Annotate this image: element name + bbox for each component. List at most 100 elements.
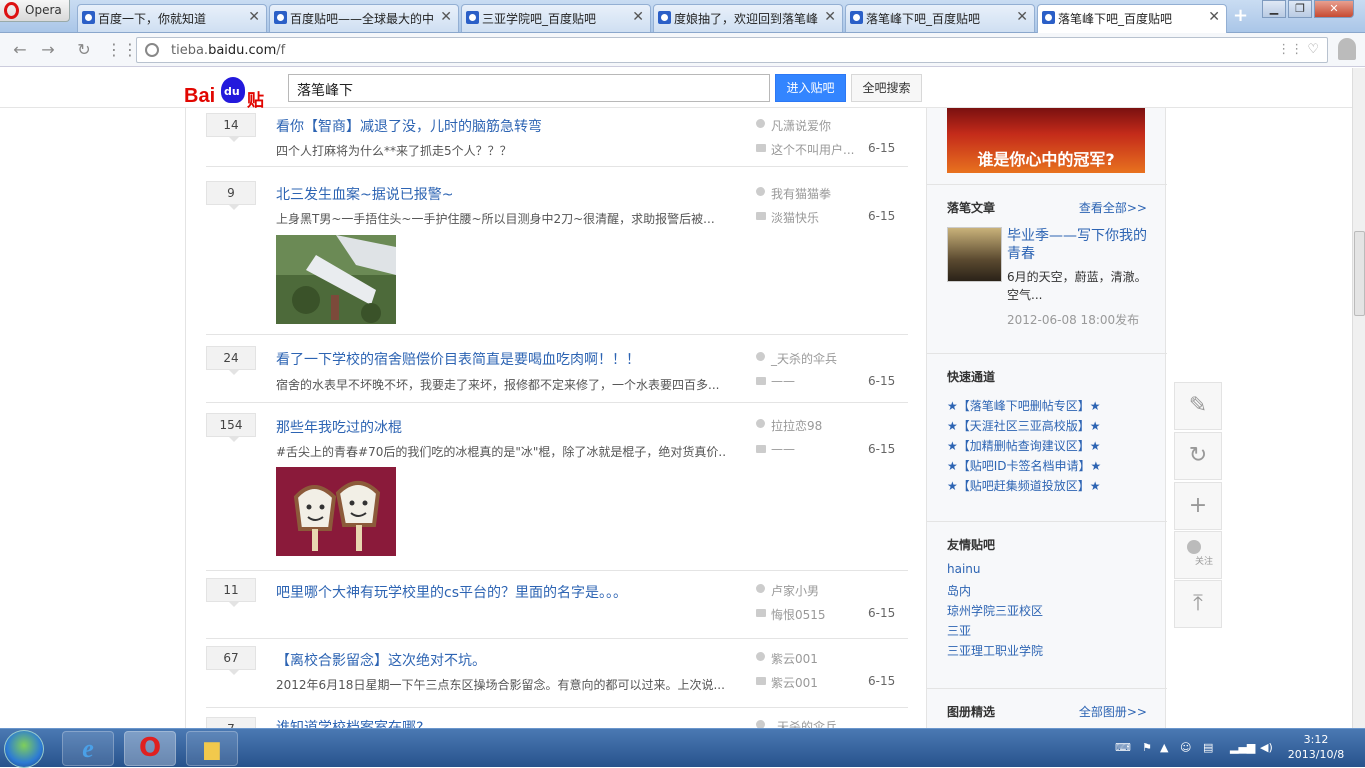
network-signal-icon[interactable]: ▂▄▆: [1230, 741, 1255, 754]
show-hidden-icons-icon[interactable]: ▲: [1160, 741, 1168, 754]
browser-tab-strip: Opera 百度一下，你就知道 ✕ 百度贴吧——全球最大的中 ✕ 三亚学院吧_百度贴…: [0, 0, 1365, 33]
thread-author[interactable]: 紫云001: [756, 650, 818, 667]
tab-4[interactable]: 度娘抽了，欢迎回到落笔峰 ✕: [653, 4, 843, 32]
thread-image[interactable]: [276, 235, 396, 324]
device-icon[interactable]: ▤: [1203, 741, 1213, 754]
thread-item[interactable]: 154 那些年我吃过的冰棍 #舌尖上的青春#70后的我们吃的冰棍真的是"冰"棍，…: [206, 404, 908, 571]
opera-taskbar-icon[interactable]: O: [124, 731, 176, 766]
maximize-button[interactable]: ❐: [1288, 0, 1312, 18]
last-reply-user[interactable]: ——: [756, 442, 795, 456]
thread-list: 14 看你【智商】减退了没，儿时的脑筋急转弯 四个人打麻将为什么**来了抓走5个…: [186, 108, 926, 728]
thread-author[interactable]: 卢家小男: [756, 582, 819, 599]
thread-author[interactable]: 我有猫猫拳: [756, 185, 831, 202]
plus-icon[interactable]: +: [1174, 482, 1222, 530]
thread-author[interactable]: 凡潇说爱你: [756, 117, 831, 134]
page-scrollbar[interactable]: [1352, 68, 1365, 728]
close-window-button[interactable]: ✕: [1314, 0, 1354, 18]
enter-tieba-button[interactable]: 进入贴吧: [775, 74, 846, 102]
thread-item[interactable]: 7 谁知道学校档案室在哪? _天杀的伞兵: [206, 709, 908, 728]
thread-title[interactable]: 谁知道学校档案室在哪?: [276, 717, 423, 728]
thread-title[interactable]: 那些年我吃过的冰棍: [276, 417, 402, 437]
friend-bar-link[interactable]: 三亚: [947, 622, 971, 639]
articles-more-link[interactable]: 查看全部>>: [1079, 199, 1147, 216]
file-explorer-icon[interactable]: ▆: [186, 731, 238, 766]
thread-abstract: 上身黑T男~一手捂住头~一手护住腰~所以目测身中2刀~很清醒，求助报警后被...: [276, 212, 715, 226]
forward-arrow-icon[interactable]: →: [38, 40, 58, 60]
new-tab-button[interactable]: +: [1233, 7, 1253, 26]
thread-item[interactable]: 24 看了一下学校的宿舍赔偿价目表简直是要喝血吃肉啊！！！ 宿舍的水表早不坏晚不…: [206, 336, 908, 403]
back-arrow-icon[interactable]: ←: [10, 40, 30, 60]
tab-2[interactable]: 百度贴吧——全球最大的中 ✕: [269, 4, 459, 32]
flag-icon[interactable]: ⚑: [1142, 741, 1152, 754]
user-icon: [1187, 540, 1201, 554]
refresh-icon[interactable]: ↻: [1174, 432, 1222, 480]
thread-image[interactable]: [276, 467, 396, 556]
thread-title[interactable]: 看了一下学校的宿舍赔偿价目表简直是要喝血吃肉啊！！！: [276, 349, 640, 369]
tab-close-icon[interactable]: ✕: [1016, 9, 1028, 25]
tab-3[interactable]: 三亚学院吧_百度贴吧 ✕: [461, 4, 651, 32]
thread-title[interactable]: 北三发生血案~据说已报警~: [276, 184, 453, 204]
reload-icon[interactable]: ↻: [74, 40, 94, 60]
address-toolbar: ← → ↻ ⋮⋮ tieba.baidu.com/f ⋮⋮ ♡: [0, 33, 1365, 67]
thread-item[interactable]: 14 看你【智商】减退了没，儿时的脑筋急转弯 四个人打麻将为什么**来了抓走5个…: [206, 108, 908, 167]
friend-bar-link[interactable]: 三亚理工职业学院: [947, 642, 1043, 659]
tab-close-icon[interactable]: ✕: [632, 9, 644, 25]
scrollbar-thumb[interactable]: [1354, 231, 1365, 316]
keyboard-icon[interactable]: ⌨: [1115, 741, 1131, 754]
articles-section: 落笔文章 查看全部>> 毕业季——写下你我的青春 6月的天空，蔚蓝，清澈。空气.…: [927, 184, 1167, 352]
search-all-button[interactable]: 全吧搜索: [851, 74, 922, 102]
album-section: 图册精选 全部图册>>: [927, 688, 1167, 728]
quick-link[interactable]: ★【加精删帖查询建议区】★: [947, 437, 1101, 454]
user-account-icon[interactable]: [1338, 38, 1356, 60]
quick-link[interactable]: ★【落笔峰下吧删帖专区】★: [947, 397, 1101, 414]
quick-link[interactable]: ★【天涯社区三亚高校版】★: [947, 417, 1101, 434]
thread-title[interactable]: 看你【智商】减退了没，儿时的脑筋急转弯: [276, 116, 542, 136]
tab-6-active[interactable]: 落笔峰下吧_百度贴吧 ✕: [1037, 4, 1227, 33]
last-reply-user[interactable]: 紫云001: [756, 674, 818, 691]
thread-author[interactable]: _天杀的伞兵: [756, 350, 837, 367]
tab-close-icon[interactable]: ✕: [1208, 9, 1220, 25]
baidu-favicon-icon: [658, 11, 671, 24]
tab-5[interactable]: 落笔峰下吧_百度贴吧 ✕: [845, 4, 1035, 32]
minimize-button[interactable]: ▁: [1262, 0, 1286, 18]
speed-dial-grid-icon[interactable]: ⋮⋮: [106, 40, 138, 60]
thread-title[interactable]: 【离校合影留念】这次绝对不坑。: [276, 650, 486, 670]
internet-explorer-icon[interactable]: e: [62, 731, 114, 766]
last-reply-user[interactable]: ——: [756, 374, 795, 388]
quick-link[interactable]: ★【贴吧ID卡签名档申请】★: [947, 457, 1101, 474]
friend-bar-link[interactable]: hainu: [947, 562, 981, 576]
url-input[interactable]: tieba.baidu.com/f: [136, 37, 1328, 63]
back-to-top-icon[interactable]: ⤒: [1174, 580, 1222, 628]
last-reply-user[interactable]: 这个不叫用户...: [756, 141, 854, 158]
search-input[interactable]: 落笔峰下: [288, 74, 770, 102]
qq-icon[interactable]: ☺: [1180, 741, 1191, 754]
bookmark-heart-icon[interactable]: ⋮⋮ ♡: [1277, 42, 1319, 57]
friend-bar-link[interactable]: 琼州学院三亚校区: [947, 602, 1043, 619]
windows-start-button[interactable]: [4, 730, 44, 768]
album-more-link[interactable]: 全部图册>>: [1079, 703, 1147, 720]
thread-author[interactable]: 拉拉恋98: [756, 417, 822, 434]
promo-banner[interactable]: 谁是你心中的冠军?: [947, 108, 1145, 173]
system-clock[interactable]: 3:12 2013/10/8: [1283, 732, 1349, 762]
last-reply-user[interactable]: 淡猫快乐: [756, 209, 819, 226]
thread-item[interactable]: 9 北三发生血案~据说已报警~ 上身黑T男~一手捂住头~一手护住腰~所以目测身中…: [206, 168, 908, 335]
opera-menu-button[interactable]: Opera: [0, 0, 70, 22]
tab-1[interactable]: 百度一下，你就知道 ✕: [77, 4, 267, 32]
thread-item[interactable]: 11 吧里哪个大神有玩学校里的cs平台的？里面的名字是。。。 卢家小男 悔恨05…: [206, 572, 908, 639]
baidu-tieba-logo[interactable]: Bai du 贴吧: [184, 73, 280, 136]
volume-icon[interactable]: ◀): [1260, 741, 1273, 754]
tab-close-icon[interactable]: ✕: [248, 9, 260, 25]
last-reply-user[interactable]: 悔恨0515: [756, 606, 826, 623]
follow-user-button[interactable]: 关注: [1174, 531, 1222, 579]
tab-close-icon[interactable]: ✕: [440, 9, 452, 25]
article-thumbnail[interactable]: [947, 227, 1002, 282]
article-title[interactable]: 毕业季——写下你我的青春: [1007, 227, 1147, 263]
quick-link[interactable]: ★【贴吧赶集频道投放区】★: [947, 477, 1101, 494]
thread-item[interactable]: 67 【离校合影留念】这次绝对不坑。 2012年6月18日星期一下午三点东区操场…: [206, 640, 908, 708]
page-info-icon[interactable]: [145, 43, 159, 57]
thread-author[interactable]: _天杀的伞兵: [756, 718, 837, 728]
friend-bar-link[interactable]: 岛内: [947, 582, 971, 599]
post-edit-icon[interactable]: ✎: [1174, 382, 1222, 430]
tab-close-icon[interactable]: ✕: [824, 9, 836, 25]
thread-title[interactable]: 吧里哪个大神有玩学校里的cs平台的？里面的名字是。。。: [276, 582, 627, 602]
